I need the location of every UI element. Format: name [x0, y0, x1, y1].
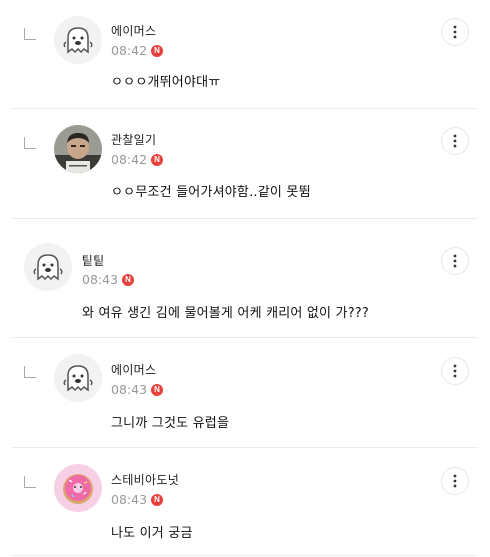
reply-corner-icon	[24, 476, 36, 488]
more-options-button[interactable]	[441, 247, 469, 275]
new-badge: N	[151, 383, 164, 396]
ghost-avatar-icon[interactable]	[54, 16, 102, 64]
more-options-button[interactable]	[441, 357, 469, 385]
more-vertical-icon	[453, 254, 457, 268]
comment-text: 와 여유 생긴 김에 물어볼게 어케 캐리어 없이 가???	[82, 306, 369, 321]
comment-item: 관찰일기 08:42 N ㅇㅇ무조건 들어가셔야함..같이 못뜀	[0, 109, 490, 217]
new-badge: N	[151, 44, 164, 57]
timestamp-row: 08:42 N	[111, 152, 164, 167]
comment-item: 에이머스 08:42 N ㅇㅇㅇ개뛰어야대ㅠ	[0, 0, 490, 108]
reply-corner-icon	[24, 137, 36, 149]
timestamp-row: 08:43 N	[111, 382, 164, 397]
comment-item: 스테비아도넛 08:43 N 나도 이거 궁금	[0, 448, 490, 556]
timestamp-row: 08:43 N	[111, 492, 164, 507]
divider	[12, 555, 478, 556]
new-badge: N	[122, 273, 135, 286]
timestamp: 08:43	[111, 382, 148, 397]
new-badge: N	[151, 493, 164, 506]
timestamp: 08:43	[82, 272, 119, 287]
timestamp: 08:42	[111, 152, 148, 167]
more-vertical-icon	[453, 364, 457, 378]
comment-text: 나도 이거 궁금	[111, 526, 193, 541]
comment-text: ㅇㅇ무조건 들어가셔야함..같이 못뜀	[111, 185, 311, 200]
timestamp: 08:43	[111, 492, 148, 507]
timestamp: 08:42	[111, 43, 148, 58]
timestamp-row: 08:43 N	[82, 272, 135, 287]
reply-corner-icon	[24, 366, 36, 378]
more-options-button[interactable]	[441, 467, 469, 495]
comment-text: 그니까 그것도 유럽을	[111, 416, 230, 431]
author-name[interactable]: 에이머스	[111, 22, 156, 39]
author-name[interactable]: 팉팉	[82, 252, 105, 269]
ghost-avatar-icon[interactable]	[54, 354, 102, 402]
more-vertical-icon	[453, 134, 457, 148]
donut-avatar-icon[interactable]	[54, 464, 102, 512]
new-badge: N	[151, 153, 164, 166]
author-name[interactable]: 스테비아도넛	[111, 471, 179, 488]
author-name[interactable]: 에이머스	[111, 361, 156, 378]
more-vertical-icon	[453, 25, 457, 39]
person-photo-avatar[interactable]	[54, 125, 102, 173]
comment-item: 에이머스 08:43 N 그니까 그것도 유럽을	[0, 338, 490, 446]
timestamp-row: 08:42 N	[111, 43, 164, 58]
more-vertical-icon	[453, 474, 457, 488]
ghost-avatar-icon[interactable]	[24, 243, 72, 291]
more-options-button[interactable]	[441, 18, 469, 46]
comment-item: 팉팉 08:43 N 와 여유 생긴 김에 물어볼게 어케 캐리어 없이 가??…	[0, 219, 490, 337]
reply-corner-icon	[24, 28, 36, 40]
more-options-button[interactable]	[441, 127, 469, 155]
author-name[interactable]: 관찰일기	[111, 131, 156, 148]
comment-text: ㅇㅇㅇ개뛰어야대ㅠ	[111, 75, 221, 90]
